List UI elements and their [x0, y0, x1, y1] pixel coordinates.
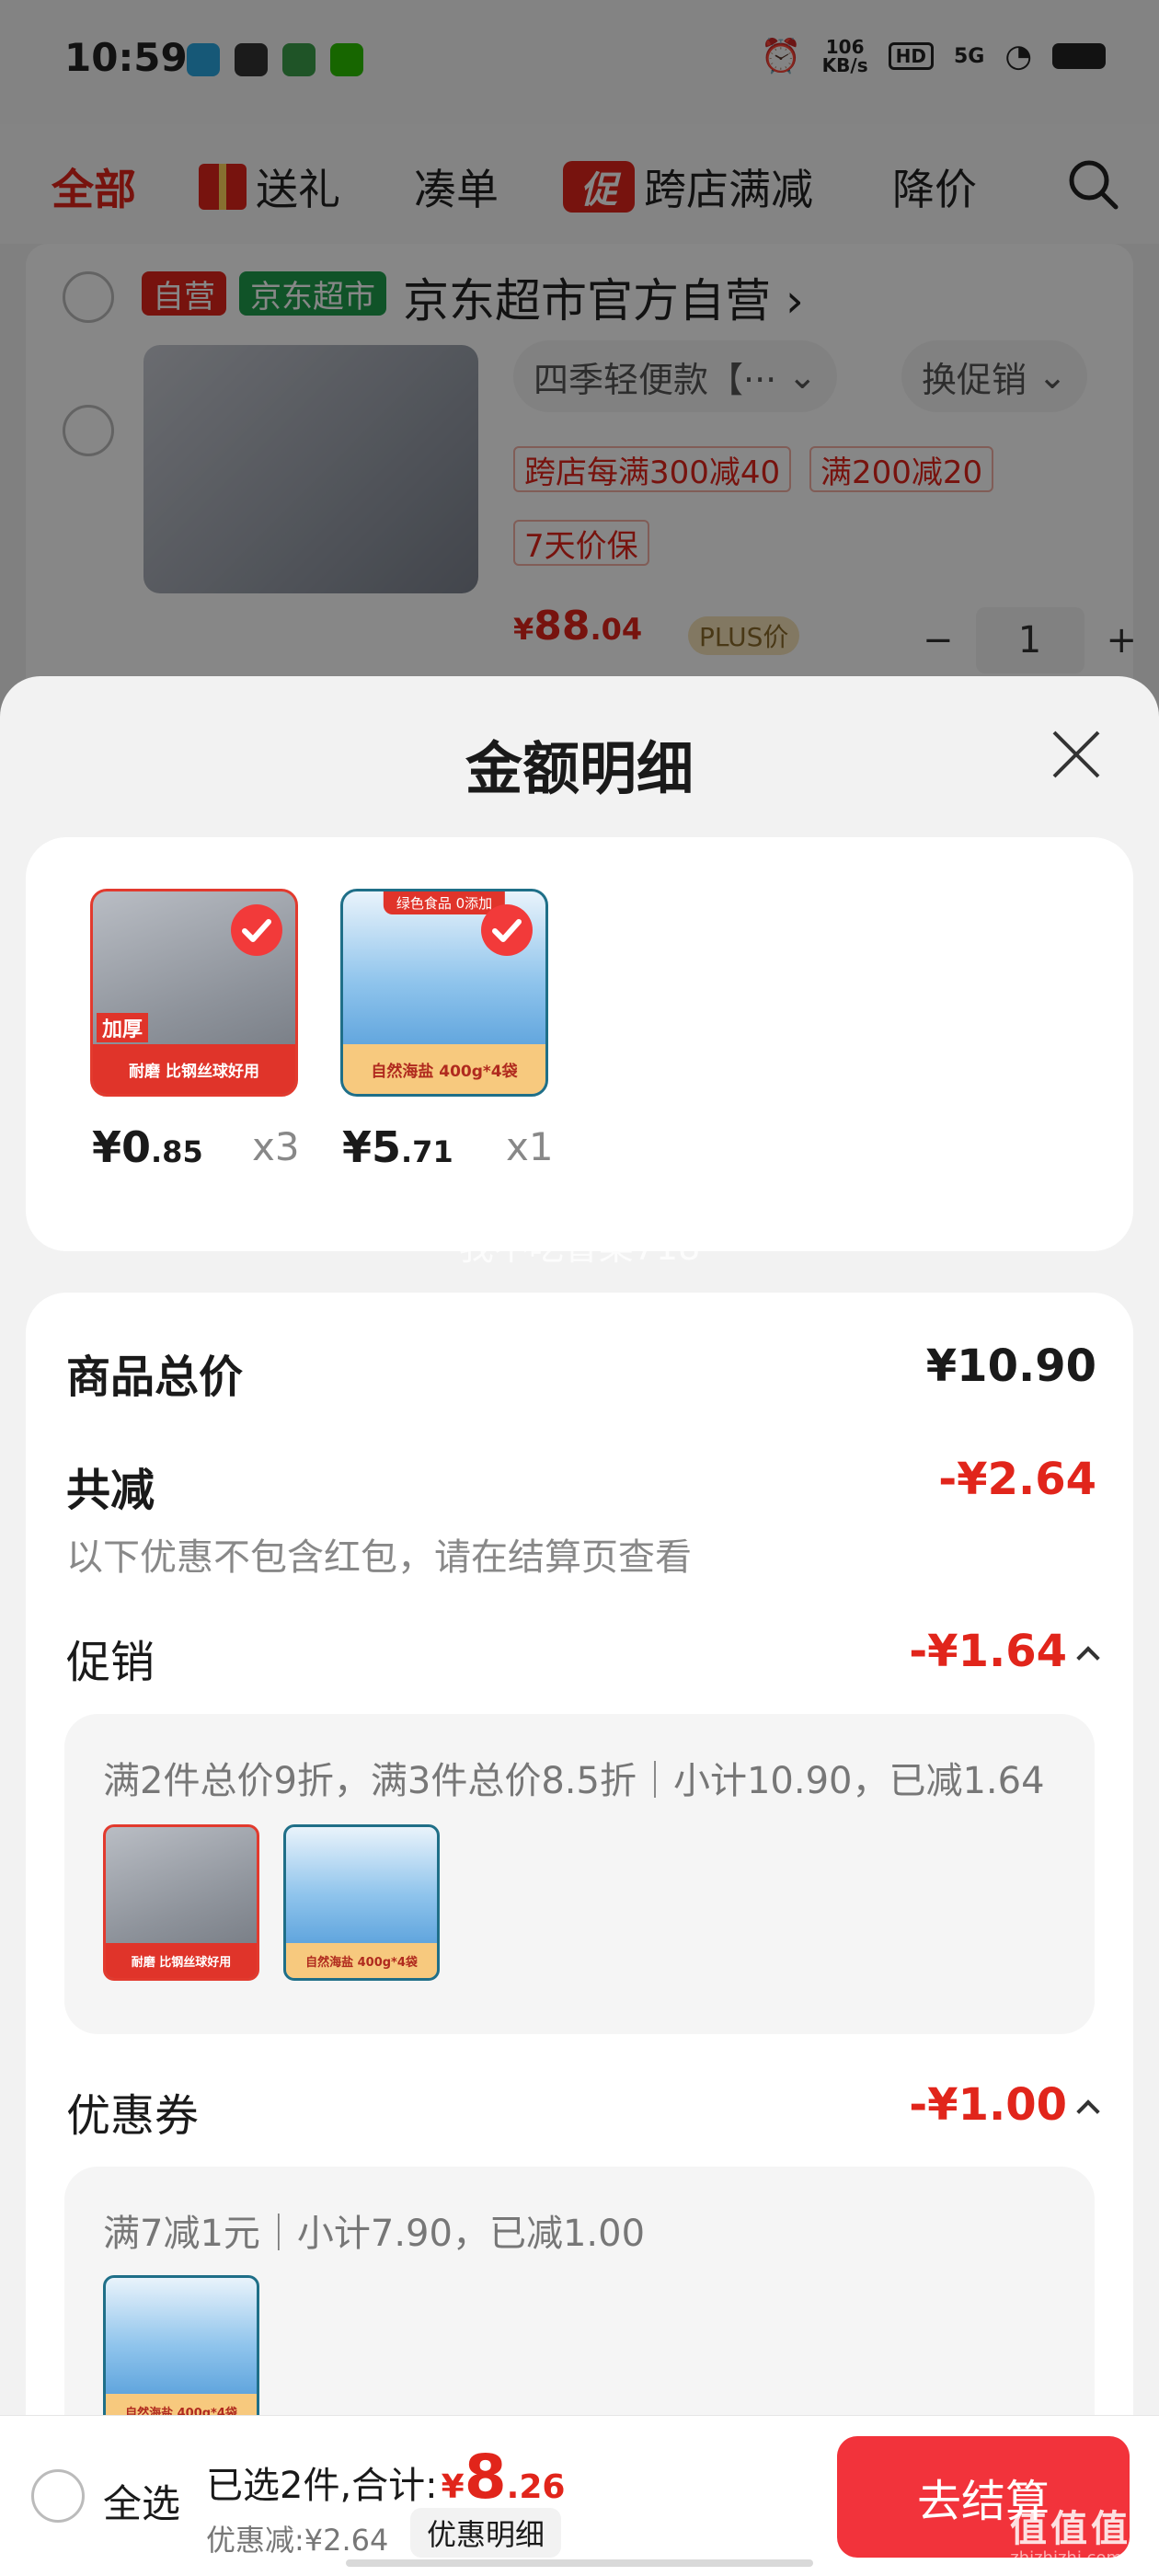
coupon-label: 优惠券: [66, 2090, 200, 2142]
coupon-toggle[interactable]: -¥1.00: [909, 2079, 1100, 2131]
site-watermark: 值值值: [1010, 2508, 1131, 2550]
home-indicator[interactable]: [346, 2559, 813, 2567]
close-icon[interactable]: [1049, 727, 1104, 782]
promo-label: 促销: [66, 1637, 155, 1688]
select-all-radio[interactable]: [31, 2469, 85, 2523]
site-watermark-url: zhizhizhi.com: [1010, 2548, 1122, 2568]
discount-value: -¥2.64: [938, 1454, 1096, 1505]
item-price: ¥0.85: [92, 1122, 203, 1172]
thumb-caption: 自然海盐 400g*4袋: [343, 1044, 545, 1094]
thumb-corner-label: 加厚: [97, 1013, 149, 1042]
user-watermark: 我不吃香菜718: [458, 1227, 701, 1268]
goods-thumb[interactable]: 耐磨 比钢丝球好用 加厚: [90, 889, 298, 1097]
check-icon: [231, 904, 282, 956]
price-breakdown-card: 商品总价 ¥10.90 共减 -¥2.64 以下优惠不包含红包，请在结算页查看 …: [26, 1293, 1133, 2415]
promo-description: 满2件总价9折，满3件总价8.5折｜小计10.90，已减1.64: [103, 1760, 1045, 1802]
total-value: ¥10.90: [925, 1340, 1096, 1392]
thumb-caption: 自然海盐 400g*4袋: [106, 2394, 257, 2415]
coupon-description: 满7减1元｜小计7.90，已减1.00: [103, 2213, 646, 2255]
checkout-bar: 全选 已选2件,合计: ¥ 8 .26 优惠减:¥2.64 优惠明细 去结算: [0, 2415, 1159, 2576]
thumb-top-tag: 绿色食品 0添加: [383, 891, 506, 914]
discount-summary: 优惠减:¥2.64: [206, 2523, 389, 2558]
item-quantity: x1: [506, 1124, 554, 1169]
goods-thumb[interactable]: 绿色食品 0添加 自然海盐 400g*4袋: [340, 889, 548, 1097]
discount-label: 共减: [66, 1465, 155, 1516]
amount-detail-sheet: 金额明细 耐磨 比钢丝球好用 加厚 绿色食品 0添加 自然海盐 400g*4袋 …: [0, 676, 1159, 2415]
selected-goods-card: 耐磨 比钢丝球好用 加厚 绿色食品 0添加 自然海盐 400g*4袋 ¥0.85…: [26, 837, 1133, 1251]
promo-item-thumb[interactable]: 耐磨 比钢丝球好用: [103, 1824, 259, 1981]
item-price: ¥5.71: [342, 1122, 453, 1172]
total-summary: 已选2件,合计: ¥ 8 .26: [206, 2442, 566, 2513]
thumb-caption: 耐磨 比钢丝球好用: [106, 1943, 257, 1978]
item-quantity: x3: [252, 1124, 300, 1169]
coupon-item-thumb[interactable]: 自然海盐 400g*4袋: [103, 2275, 259, 2415]
promo-item-thumb[interactable]: 自然海盐 400g*4袋: [283, 1824, 440, 1981]
chevron-up-icon: [1076, 1646, 1100, 1670]
discount-note: 以下优惠不包含红包，请在结算页查看: [66, 1536, 692, 1579]
promo-toggle[interactable]: -¥1.64: [909, 1626, 1100, 1677]
thumb-caption: 自然海盐 400g*4袋: [286, 1943, 437, 1978]
coupon-detail-box: 满7减1元｜小计7.90，已减1.00 自然海盐 400g*4袋: [64, 2167, 1095, 2415]
total-label: 商品总价: [66, 1351, 244, 1403]
sheet-title: 金额明细: [465, 735, 694, 802]
select-all-label[interactable]: 全选: [103, 2473, 180, 2529]
check-icon: [481, 904, 533, 956]
discount-detail-button[interactable]: 优惠明细: [410, 2508, 562, 2558]
promo-detail-box: 满2件总价9折，满3件总价8.5折｜小计10.90，已减1.64 耐磨 比钢丝球…: [64, 1714, 1095, 2034]
thumb-caption: 耐磨 比钢丝球好用: [93, 1044, 295, 1094]
chevron-up-icon: [1076, 2099, 1100, 2123]
